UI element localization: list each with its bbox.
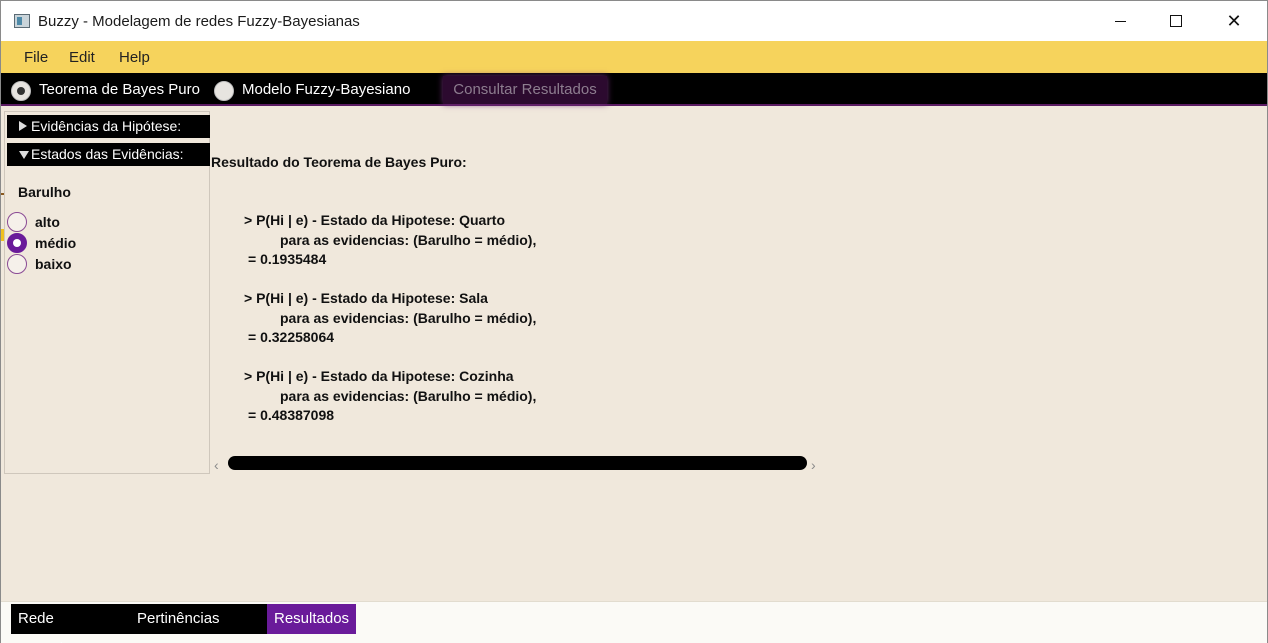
bottom-tab-bar: Rede Bayesiana Pertinências Fuzzy Result…: [1, 601, 1267, 643]
evidence-panel: Evidências da Hipótese: Estados das Evid…: [4, 111, 210, 474]
menu-edit[interactable]: Edit: [69, 49, 95, 66]
mode-label-bayes[interactable]: Teorema de Bayes Puro: [39, 81, 200, 98]
minimize-icon: [1114, 20, 1126, 22]
result-value: = 0.32258064: [248, 329, 335, 345]
accordion-evidences[interactable]: Evidências da Hipótese:: [7, 115, 210, 138]
maximize-icon: [1170, 15, 1182, 27]
consult-results-button[interactable]: Consultar Resultados: [443, 76, 607, 104]
state-label[interactable]: baixo: [35, 256, 72, 272]
accordion-states[interactable]: Estados das Evidências:: [7, 143, 210, 166]
result-value: = 0.1935484: [248, 251, 327, 267]
mode-radio-bayes[interactable]: [11, 81, 31, 101]
state-radio[interactable]: [7, 233, 27, 253]
tab-resultados[interactable]: Resultados: [267, 604, 356, 634]
mode-radio-fuzzy[interactable]: [214, 81, 234, 101]
chevron-down-icon: [19, 151, 29, 159]
state-radio[interactable]: [7, 212, 27, 232]
accordion-evidences-label: Evidências da Hipótese:: [31, 118, 182, 134]
tab-pertinencias-fuzzy[interactable]: Pertinências Fuzzy: [130, 604, 267, 643]
scrollbar-thumb[interactable]: [228, 456, 807, 470]
chevron-right-icon[interactable]: ›: [811, 457, 816, 473]
result-evidence: para as evidencias: (Barulho = médio),: [280, 310, 537, 326]
close-icon: ✕: [1226, 10, 1242, 31]
title-bar[interactable]: Buzzy - Modelagem de redes Fuzzy-Bayesia…: [1, 1, 1267, 41]
result-hypothesis: > P(Hi | e) - Estado da Hipotese: Sala: [244, 290, 488, 306]
accordion-states-label: Estados das Evidências:: [31, 146, 184, 162]
window-title: Buzzy - Modelagem de redes Fuzzy-Bayesia…: [38, 13, 360, 30]
evidence-node-name: Barulho: [18, 184, 71, 200]
result-evidence: para as evidencias: (Barulho = médio),: [280, 232, 537, 248]
mode-bar: Teorema de Bayes Puro Modelo Fuzzy-Bayes…: [1, 73, 1267, 106]
result-hypothesis: > P(Hi | e) - Estado da Hipotese: Cozinh…: [244, 368, 514, 384]
result-evidence: para as evidencias: (Barulho = médio),: [280, 388, 537, 404]
horizontal-scrollbar[interactable]: ‹ ›: [213, 453, 821, 473]
menu-help[interactable]: Help: [119, 49, 150, 66]
state-radio[interactable]: [7, 254, 27, 274]
results-title: Resultado do Teorema de Bayes Puro:: [211, 154, 467, 170]
state-label[interactable]: alto: [35, 214, 60, 230]
minimize-button[interactable]: [1091, 1, 1149, 41]
app-icon: [14, 14, 30, 28]
mode-label-fuzzy[interactable]: Modelo Fuzzy-Bayesiano: [242, 81, 410, 98]
result-value: = 0.48387098: [248, 407, 335, 423]
chevron-left-icon[interactable]: ‹: [214, 457, 219, 473]
close-button[interactable]: ✕: [1205, 1, 1263, 41]
chevron-right-icon: [19, 121, 27, 131]
menu-bar: File Edit Help: [1, 41, 1267, 73]
tab-rede-bayesiana[interactable]: Rede Bayesiana: [11, 604, 130, 643]
maximize-button[interactable]: [1147, 1, 1205, 41]
menu-file[interactable]: File: [24, 49, 48, 66]
app-window: Buzzy - Modelagem de redes Fuzzy-Bayesia…: [0, 0, 1268, 643]
result-hypothesis: > P(Hi | e) - Estado da Hipotese: Quarto: [244, 212, 506, 228]
state-label[interactable]: médio: [35, 235, 76, 251]
